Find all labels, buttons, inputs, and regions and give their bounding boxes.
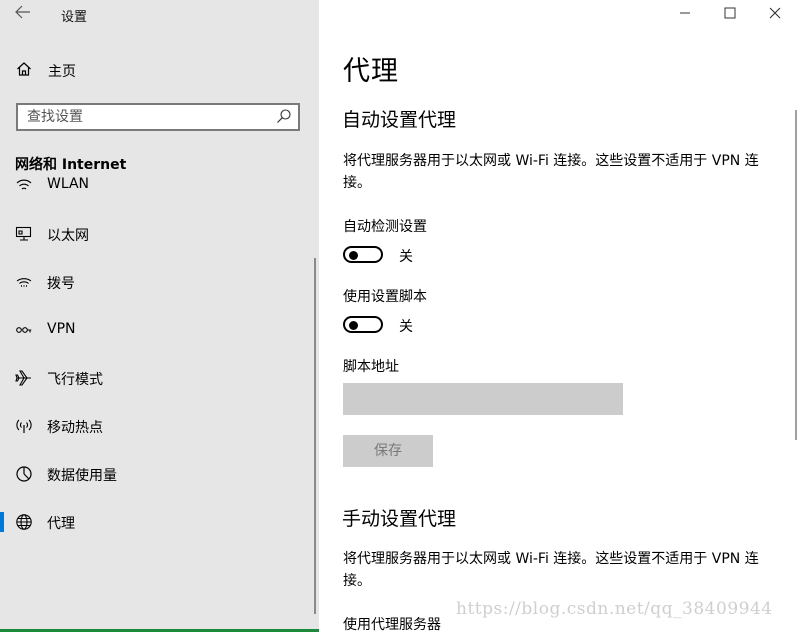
main-content: 代理 自动设置代理 将代理服务器用于以太网或 Wi-Fi 连接。这些设置不适用于…: [319, 0, 797, 632]
sidebar-item-ethernet[interactable]: 以太网: [0, 214, 316, 254]
search-input[interactable]: [18, 105, 267, 129]
data-usage-icon: [15, 465, 33, 483]
watermark: https://blog.csdn.net/qq_38409944: [456, 599, 773, 619]
manual-proxy-heading: 手动设置代理: [342, 508, 457, 530]
home-icon: [16, 61, 34, 81]
script-address-label: 脚本地址: [343, 359, 399, 375]
dialup-icon: [15, 273, 33, 291]
sidebar-item-wlan[interactable]: WLAN: [0, 176, 316, 205]
auto-detect-label: 自动检测设置: [343, 219, 427, 235]
setup-script-label: 使用设置脚本: [343, 289, 427, 305]
sidebar-scrollbar[interactable]: [314, 258, 316, 614]
auto-proxy-heading: 自动设置代理: [342, 109, 457, 131]
maximize-icon[interactable]: [718, 4, 742, 24]
sidebar-item-label: VPN: [47, 321, 76, 337]
hotspot-icon: [15, 417, 33, 435]
script-address-input[interactable]: [343, 383, 623, 415]
sidebar-item-label: 拨号: [47, 276, 75, 292]
sidebar-item-airplane-mode[interactable]: 飞行模式: [0, 358, 316, 398]
window-title: 设置: [61, 10, 88, 25]
back-arrow-icon[interactable]: [10, 3, 36, 25]
sidebar-nav-list: WLAN 以太网 拨号 VPN 飞行模式 移动热点 数据使用量 代理: [0, 176, 316, 556]
sidebar-item-label: 代理: [47, 516, 75, 532]
selection-indicator: [0, 512, 4, 532]
sidebar-item-proxy[interactable]: 代理: [0, 502, 316, 542]
sidebar-item-vpn[interactable]: VPN: [0, 310, 316, 350]
sidebar-item-dialup[interactable]: 拨号: [0, 262, 316, 302]
setup-script-state: 关: [399, 319, 413, 335]
airplane-icon: [15, 369, 33, 387]
sidebar-item-label: 数据使用量: [47, 468, 117, 484]
section-title: 网络和 Internet: [15, 157, 127, 173]
sidebar-item-label: WLAN: [47, 176, 90, 192]
manual-proxy-description: 将代理服务器用于以太网或 Wi-Fi 连接。这些设置不适用于 VPN 连接。: [343, 551, 759, 589]
sidebar-item-label: 以太网: [47, 228, 89, 244]
home-label: 主页: [48, 64, 76, 80]
close-icon[interactable]: [763, 4, 787, 24]
home-nav-item[interactable]: 主页: [16, 61, 76, 81]
search-box[interactable]: [16, 103, 300, 131]
globe-icon: [15, 513, 33, 531]
toggle-knob: [349, 251, 358, 260]
auto-proxy-description: 将代理服务器用于以太网或 Wi-Fi 连接。这些设置不适用于 VPN 连接。: [343, 153, 759, 191]
sidebar-item-label: 移动热点: [47, 420, 103, 436]
wifi-icon: [15, 176, 33, 194]
sidebar-item-hotspot[interactable]: 移动热点: [0, 406, 316, 446]
ethernet-icon: [15, 225, 33, 243]
setup-script-toggle[interactable]: [343, 316, 383, 333]
search-icon[interactable]: [276, 108, 292, 126]
auto-detect-state: 关: [399, 249, 413, 265]
sidebar-item-label: 飞行模式: [47, 372, 103, 388]
use-proxy-server-label: 使用代理服务器: [343, 617, 441, 632]
minimize-icon[interactable]: [673, 4, 697, 24]
sidebar-item-data-usage[interactable]: 数据使用量: [0, 454, 316, 494]
toggle-knob: [349, 321, 358, 330]
page-title: 代理: [343, 56, 399, 87]
vpn-icon: [15, 321, 33, 339]
auto-detect-toggle[interactable]: [343, 246, 383, 263]
sidebar: 设置 主页 网络和 Internet WLAN 以太网: [0, 0, 319, 632]
save-button[interactable]: 保存: [343, 435, 433, 467]
